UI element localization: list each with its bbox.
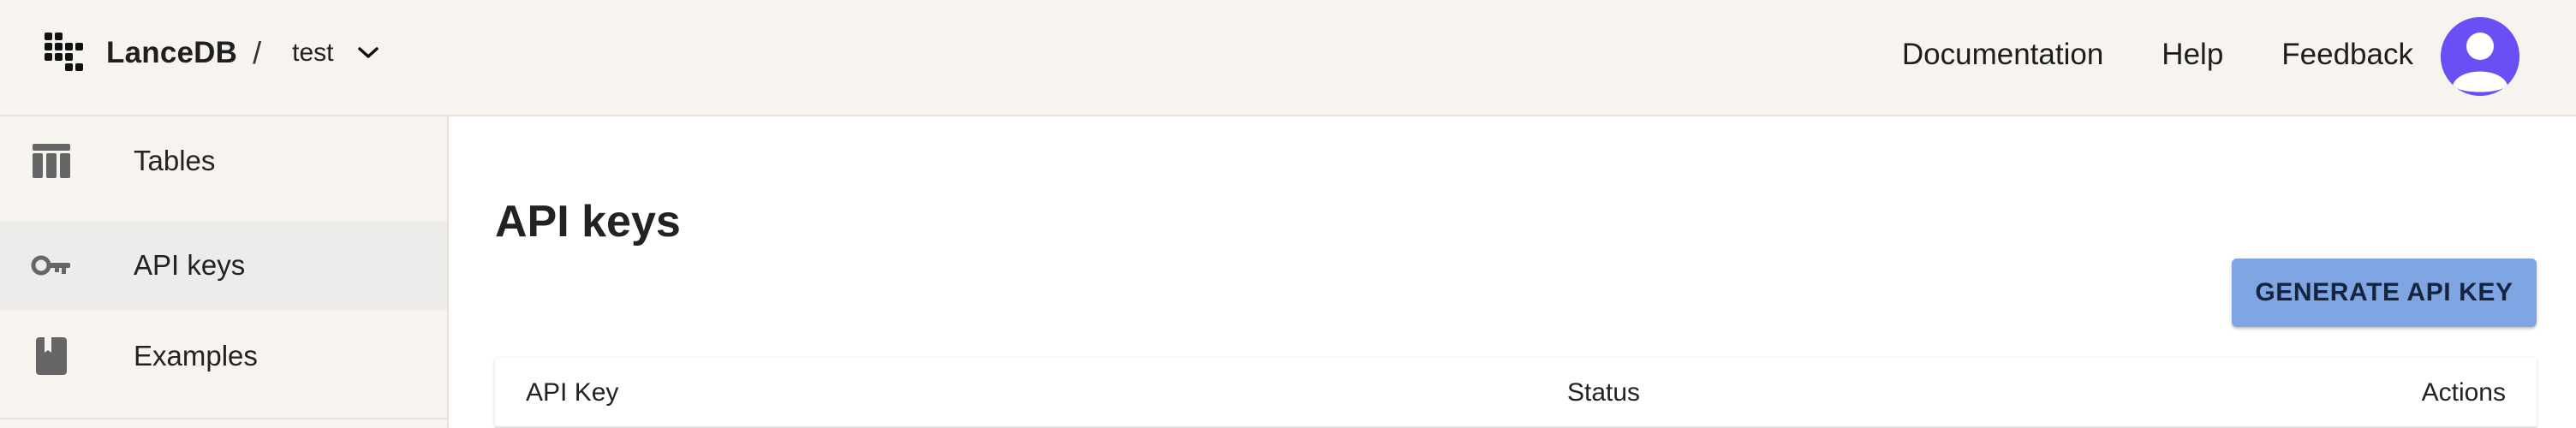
project-selector[interactable]: test bbox=[292, 39, 379, 68]
feedback-link[interactable]: Feedback bbox=[2281, 38, 2413, 72]
table-icon bbox=[33, 144, 70, 178]
sidebar-item-label: API keys bbox=[134, 249, 246, 281]
api-keys-table: API Key Status Actions bbox=[495, 358, 2537, 428]
column-header-actions[interactable]: Actions bbox=[2422, 358, 2506, 428]
sidebar-item-api-keys[interactable]: API keys bbox=[0, 221, 447, 310]
main-content: API keys GENERATE API KEY API Key Status… bbox=[449, 116, 2576, 428]
sidebar: Tables API keys Examples bbox=[0, 116, 449, 428]
page-title: API keys bbox=[495, 196, 681, 247]
chevron-down-icon bbox=[358, 47, 379, 58]
generate-api-key-button[interactable]: GENERATE API KEY bbox=[2232, 259, 2537, 327]
sidebar-item-examples[interactable]: Examples bbox=[0, 312, 447, 401]
user-icon bbox=[2441, 17, 2519, 96]
top-nav: Documentation Help Feedback bbox=[1844, 0, 2413, 110]
book-icon bbox=[36, 337, 67, 375]
key-icon bbox=[31, 255, 70, 276]
column-header-status[interactable]: Status bbox=[1567, 358, 1640, 428]
lancedb-logo-icon[interactable] bbox=[43, 31, 87, 75]
user-avatar[interactable] bbox=[2441, 17, 2519, 96]
project-name: test bbox=[292, 39, 334, 67]
sidebar-divider bbox=[0, 418, 447, 419]
column-header-api-key[interactable]: API Key bbox=[526, 358, 618, 428]
sidebar-item-label: Examples bbox=[134, 340, 258, 372]
help-link[interactable]: Help bbox=[2162, 38, 2223, 72]
breadcrumb-separator: / bbox=[253, 35, 262, 70]
brand-name[interactable]: LanceDB bbox=[106, 36, 237, 70]
sidebar-item-tables[interactable]: Tables bbox=[0, 116, 447, 205]
sidebar-item-label: Tables bbox=[134, 145, 216, 176]
documentation-link[interactable]: Documentation bbox=[1902, 38, 2103, 72]
brand: LanceDB / test bbox=[43, 26, 379, 80]
top-header: LanceDB / test Documentation Help Feedba… bbox=[0, 0, 2576, 116]
